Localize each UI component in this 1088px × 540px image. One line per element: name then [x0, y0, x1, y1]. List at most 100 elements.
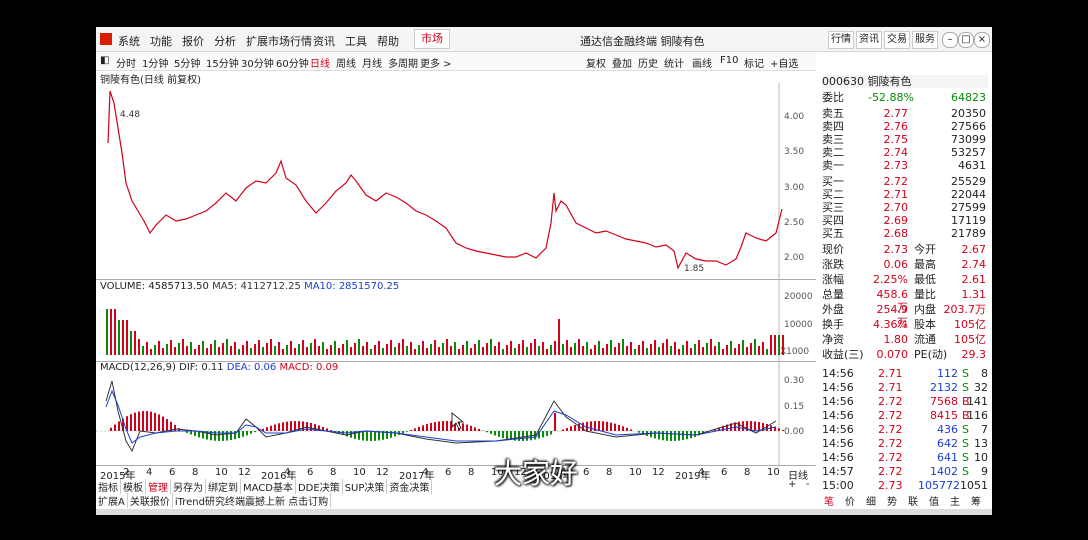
- tool-button[interactable]: 标记: [744, 55, 764, 70]
- tool-button[interactable]: 叠加: [612, 55, 632, 70]
- macd-bar: [506, 431, 508, 440]
- macd-bar: [162, 416, 164, 431]
- volume-bar: [734, 348, 736, 355]
- tab[interactable]: DDE决策: [296, 479, 343, 494]
- menu-item-quotes[interactable]: 报价: [182, 33, 204, 49]
- volume-bar: [762, 342, 764, 355]
- volume-bar: [178, 343, 180, 355]
- volume-bar: [338, 348, 340, 355]
- status-bar: [96, 509, 992, 515]
- macd-bar: [578, 423, 580, 431]
- volume-bar: [642, 341, 644, 355]
- quote-tab[interactable]: 主: [950, 493, 960, 508]
- minimize-icon[interactable]: –: [942, 32, 958, 48]
- tab[interactable]: 资金决策: [387, 479, 433, 494]
- bid-volume: 21789: [951, 227, 986, 240]
- tick-count: 13: [974, 437, 988, 450]
- period-tab[interactable]: 30分钟: [241, 55, 274, 70]
- period-tab[interactable]: 1分钟: [142, 55, 168, 70]
- quote-tab[interactable]: 价: [845, 493, 855, 508]
- quote-tab[interactable]: 筹: [971, 493, 981, 508]
- trade-button[interactable]: 交易: [884, 31, 910, 49]
- quote-tab[interactable]: 笔: [824, 493, 834, 508]
- stat-row: 总量 458.6万 量比 1.31: [822, 288, 988, 314]
- tool-button[interactable]: F10: [720, 55, 738, 66]
- macd-bar: [166, 419, 168, 431]
- volume-bar: [306, 347, 308, 355]
- stat-label: 最高: [914, 258, 936, 271]
- volume-bar: [250, 348, 252, 355]
- tool-button[interactable]: 画线: [692, 55, 712, 70]
- zoom-in-button[interactable]: +: [786, 479, 798, 490]
- tab[interactable]: 另存为: [171, 479, 206, 494]
- period-tab-active[interactable]: 日线: [310, 55, 330, 70]
- volume-chart[interactable]: 20000 10000 X1000: [96, 279, 816, 361]
- tool-button[interactable]: +自选: [770, 55, 798, 70]
- macd-bar: [554, 412, 556, 431]
- maximize-icon[interactable]: □: [958, 32, 974, 48]
- stat-row: 净资 1.80 流通 105亿: [822, 333, 988, 346]
- tick-row: 14:57 2.72 1402 S 9: [822, 465, 988, 478]
- macd-bar: [434, 422, 436, 431]
- tab[interactable]: 指标: [96, 479, 121, 494]
- period-toolbar: ◧ 分时 1分钟 5分钟 15分钟 30分钟 60分钟 日线 周线 月线 多周期…: [96, 52, 816, 71]
- quote-panel: 000630 铜陵有色 委比 -52.88% 64823 卖五 2.77 20350…: [818, 71, 992, 507]
- tool-button[interactable]: 历史: [638, 55, 658, 70]
- tab-active[interactable]: 管理: [146, 479, 171, 494]
- period-tab[interactable]: 多周期: [388, 55, 418, 70]
- menu-item-help[interactable]: 帮助: [377, 33, 399, 49]
- period-tab[interactable]: 更多 >: [420, 55, 452, 70]
- quote-tab[interactable]: 联: [908, 493, 918, 508]
- service-button[interactable]: 服务: [912, 31, 938, 49]
- news-button[interactable]: 资讯: [856, 31, 882, 49]
- x-tick: 6: [445, 467, 452, 478]
- quote-tab[interactable]: 势: [887, 493, 897, 508]
- menu-item-analysis[interactable]: 分析: [214, 33, 236, 49]
- bid-label: 买二: [822, 188, 844, 201]
- menu-item-ext-market[interactable]: 扩展市场行情: [246, 33, 312, 49]
- tab[interactable]: MACD基本: [241, 479, 296, 494]
- stat-value: 105亿: [954, 318, 986, 331]
- volume-bar: [378, 341, 380, 355]
- promo-link[interactable]: iTrend研究终端震撼上新 点击订购: [173, 493, 332, 508]
- macd-chart[interactable]: 0.30 0.15 0.00: [96, 361, 816, 465]
- tab[interactable]: 关联报价: [128, 493, 173, 508]
- macd-bar: [598, 421, 600, 431]
- stat-label: 现价: [822, 243, 844, 256]
- period-tab[interactable]: 15分钟: [206, 55, 239, 70]
- period-tab[interactable]: 5分钟: [174, 55, 200, 70]
- toggle-icon[interactable]: ◧: [100, 55, 109, 66]
- period-tab[interactable]: 周线: [336, 55, 356, 70]
- tick-price: 2.72: [878, 437, 903, 450]
- volume-bar: [534, 339, 536, 355]
- price-line: [107, 90, 783, 270]
- tool-button[interactable]: 复权: [586, 55, 606, 70]
- market-button[interactable]: 市场: [414, 29, 450, 49]
- period-tab[interactable]: 分时: [116, 55, 136, 70]
- macd-bar: [778, 428, 780, 431]
- menu-item-function[interactable]: 功能: [150, 33, 172, 49]
- menu-item-tools[interactable]: 工具: [345, 33, 367, 49]
- tab[interactable]: SUP决策: [343, 479, 388, 494]
- stat-label: 股本: [914, 318, 936, 331]
- tab[interactable]: 扩展A: [96, 493, 128, 508]
- quote-tab[interactable]: 细: [866, 493, 876, 508]
- price-chart[interactable]: 4.00 3.50 3.00 2.50 2.00 4.48 1.85: [96, 83, 816, 279]
- menu-item-system[interactable]: 系统: [118, 33, 140, 49]
- close-icon[interactable]: ×: [974, 32, 990, 48]
- menu-item-news[interactable]: 资讯: [313, 33, 335, 49]
- zoom-out-button[interactable]: -: [804, 479, 812, 490]
- period-tab[interactable]: 月线: [362, 55, 382, 70]
- volume-bar: [210, 344, 212, 355]
- period-tab[interactable]: 60分钟: [276, 55, 309, 70]
- volume-bar: [618, 343, 620, 355]
- macd-bar: [190, 431, 192, 435]
- tab[interactable]: 绑定到: [206, 479, 241, 494]
- quote-button[interactable]: 行情: [828, 31, 854, 49]
- bid-row: 买四 2.69 17119: [822, 214, 988, 227]
- quote-tab[interactable]: 值: [929, 493, 939, 508]
- tool-button[interactable]: 统计: [664, 55, 684, 70]
- volume-bar: [654, 340, 656, 355]
- volume-bar: [254, 344, 256, 355]
- tab[interactable]: 模板: [121, 479, 146, 494]
